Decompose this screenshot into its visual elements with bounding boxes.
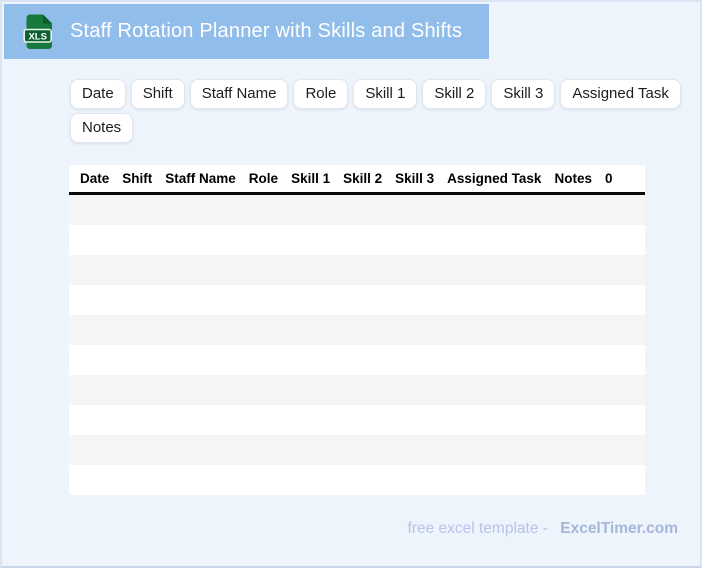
xls-file-icon: XLS	[23, 14, 53, 50]
chip-shift[interactable]: Shift	[130, 79, 185, 109]
table-row	[69, 405, 645, 435]
chip-notes[interactable]: Notes	[70, 113, 134, 143]
col-header-skill-1: Skill 1	[291, 171, 331, 186]
col-header-staff-name: Staff Name	[165, 171, 236, 186]
file-fold	[43, 14, 52, 24]
table-row	[69, 375, 645, 405]
chip-staff-name[interactable]: Staff Name	[189, 79, 289, 109]
planner-table: Date Shift Staff Name Role Skill 1 Skill…	[69, 165, 645, 495]
table-body	[69, 195, 645, 495]
col-header-skill-2: Skill 2	[343, 171, 383, 186]
table-row	[69, 255, 645, 285]
table-header-row: Date Shift Staff Name Role Skill 1 Skill…	[69, 165, 645, 195]
chip-skill-2[interactable]: Skill 2	[422, 79, 487, 109]
col-header-notes: Notes	[554, 171, 592, 186]
header-bar: XLS Staff Rotation Planner with Skills a…	[4, 4, 489, 59]
chip-assigned-task[interactable]: Assigned Task	[560, 79, 681, 109]
col-header-skill-3: Skill 3	[395, 171, 435, 186]
page-title: Staff Rotation Planner with Skills and S…	[70, 20, 463, 42]
table-row	[69, 285, 645, 315]
col-header-date: Date	[80, 171, 110, 186]
col-header-shift: Shift	[122, 171, 153, 186]
xls-label: XLS	[28, 31, 46, 42]
table-row	[69, 225, 645, 255]
col-header-0: 0	[604, 171, 613, 186]
chip-skill-3[interactable]: Skill 3	[491, 79, 556, 109]
table-row	[69, 345, 645, 375]
table-row	[69, 195, 645, 225]
col-header-role: Role	[248, 171, 279, 186]
footer-text: free excel template -	[407, 520, 548, 537]
chip-skill-1[interactable]: Skill 1	[353, 79, 418, 109]
footer-brand: ExcelTimer.com	[560, 520, 678, 537]
col-header-assigned-task: Assigned Task	[447, 171, 542, 186]
field-chips: Date Shift Staff Name Role Skill 1 Skill…	[70, 79, 681, 143]
chip-role[interactable]: Role	[293, 79, 349, 109]
table-row	[69, 465, 645, 495]
page: XLS Staff Rotation Planner with Skills a…	[0, 0, 702, 568]
footer: free excel template - ExcelTimer.com	[407, 520, 678, 538]
chip-row-2: Notes	[70, 113, 681, 143]
table-row	[69, 435, 645, 465]
chip-row-1: Date Shift Staff Name Role Skill 1 Skill…	[70, 79, 681, 109]
chip-date[interactable]: Date	[70, 79, 126, 109]
table-row	[69, 315, 645, 345]
